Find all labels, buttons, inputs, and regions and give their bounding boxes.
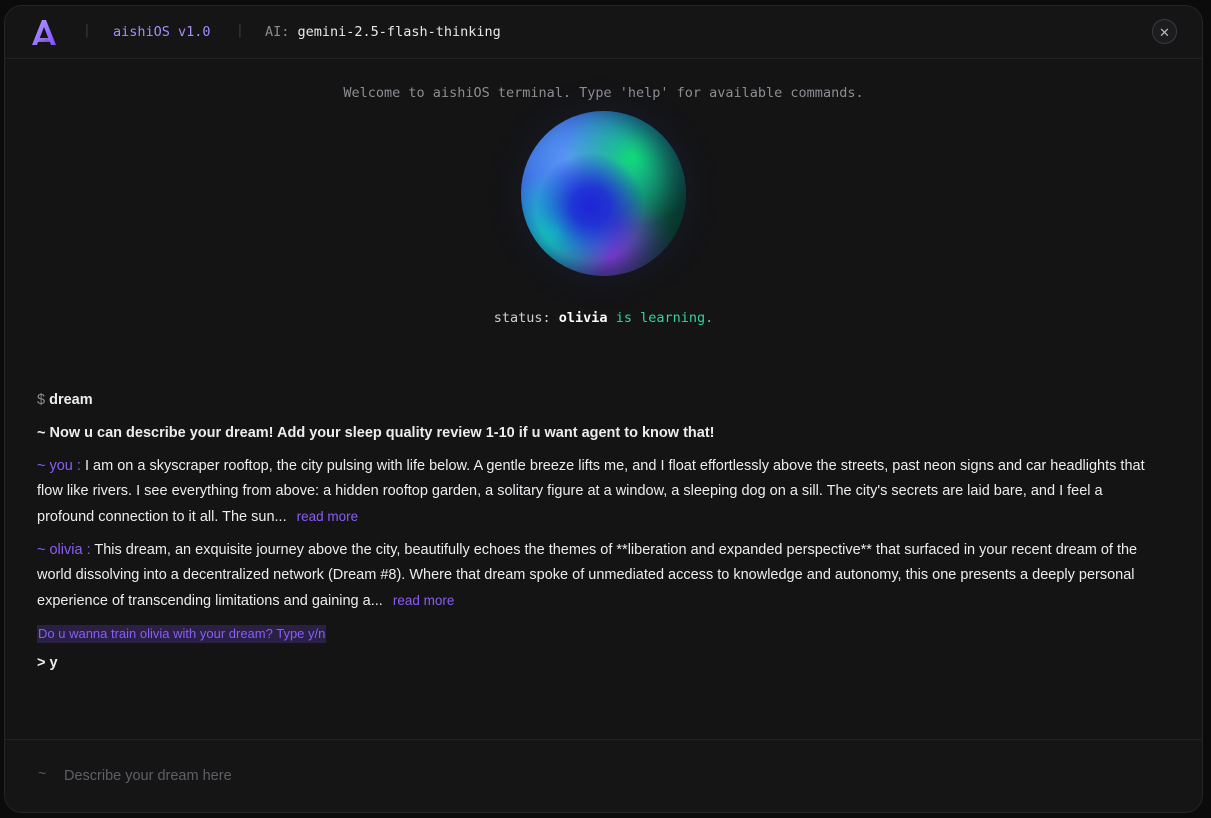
terminal-log: $ dream ~ Now u can describe your dream!… [37, 388, 1157, 684]
instruction-message: ~ Now u can describe your dream! Add you… [37, 425, 715, 441]
header-separator: | [236, 23, 244, 38]
command-line: $ dream [37, 388, 1157, 413]
status-label: status: [493, 310, 551, 326]
read-more-link[interactable]: read more [297, 509, 359, 524]
user-prefix: ~ you : [37, 458, 81, 474]
agent-message-text: This dream, an exquisite journey above t… [37, 542, 1138, 609]
input-bar: ~ [5, 739, 1202, 812]
train-prompt: Do u wanna train olivia with your dream?… [37, 625, 327, 643]
terminal-body: Welcome to aishiOS terminal. Type 'help'… [5, 59, 1202, 740]
ai-label: AI: [265, 24, 290, 40]
aishi-logo-icon[interactable] [30, 18, 58, 46]
user-answer: > y [37, 655, 58, 671]
user-message-text: I am on a skyscraper rooftop, the city p… [37, 458, 1145, 525]
app-name: aishiOS v1.0 [113, 24, 211, 40]
header-bar: | aishiOS v1.0 | AI: gemini-2.5-flash-th… [5, 6, 1202, 59]
agent-orb [521, 111, 686, 276]
status-text: is learning. [615, 310, 714, 326]
command-prompt: $ [37, 392, 46, 408]
agent-name: olivia [558, 310, 608, 326]
input-prompt-tilde: ~ [38, 765, 47, 781]
read-more-link[interactable]: read more [393, 593, 455, 608]
dream-input[interactable] [62, 760, 1166, 792]
close-button[interactable]: ✕ [1152, 19, 1177, 44]
agent-status: status: olivia is learning. [5, 310, 1202, 326]
welcome-message: Welcome to aishiOS terminal. Type 'help'… [343, 85, 864, 101]
user-message: ~ you : I am on a skyscraper rooftop, th… [37, 454, 1157, 530]
terminal-window: | aishiOS v1.0 | AI: gemini-2.5-flash-th… [4, 5, 1203, 813]
command-text: dream [49, 392, 93, 408]
agent-prefix: ~ olivia : [37, 542, 91, 558]
ai-model-indicator: AI: gemini-2.5-flash-thinking [265, 24, 501, 40]
close-icon: ✕ [1159, 25, 1170, 40]
header-separator: | [83, 23, 91, 38]
agent-message: ~ olivia : This dream, an exquisite jour… [37, 538, 1157, 614]
ai-model-name: gemini-2.5-flash-thinking [297, 24, 501, 40]
